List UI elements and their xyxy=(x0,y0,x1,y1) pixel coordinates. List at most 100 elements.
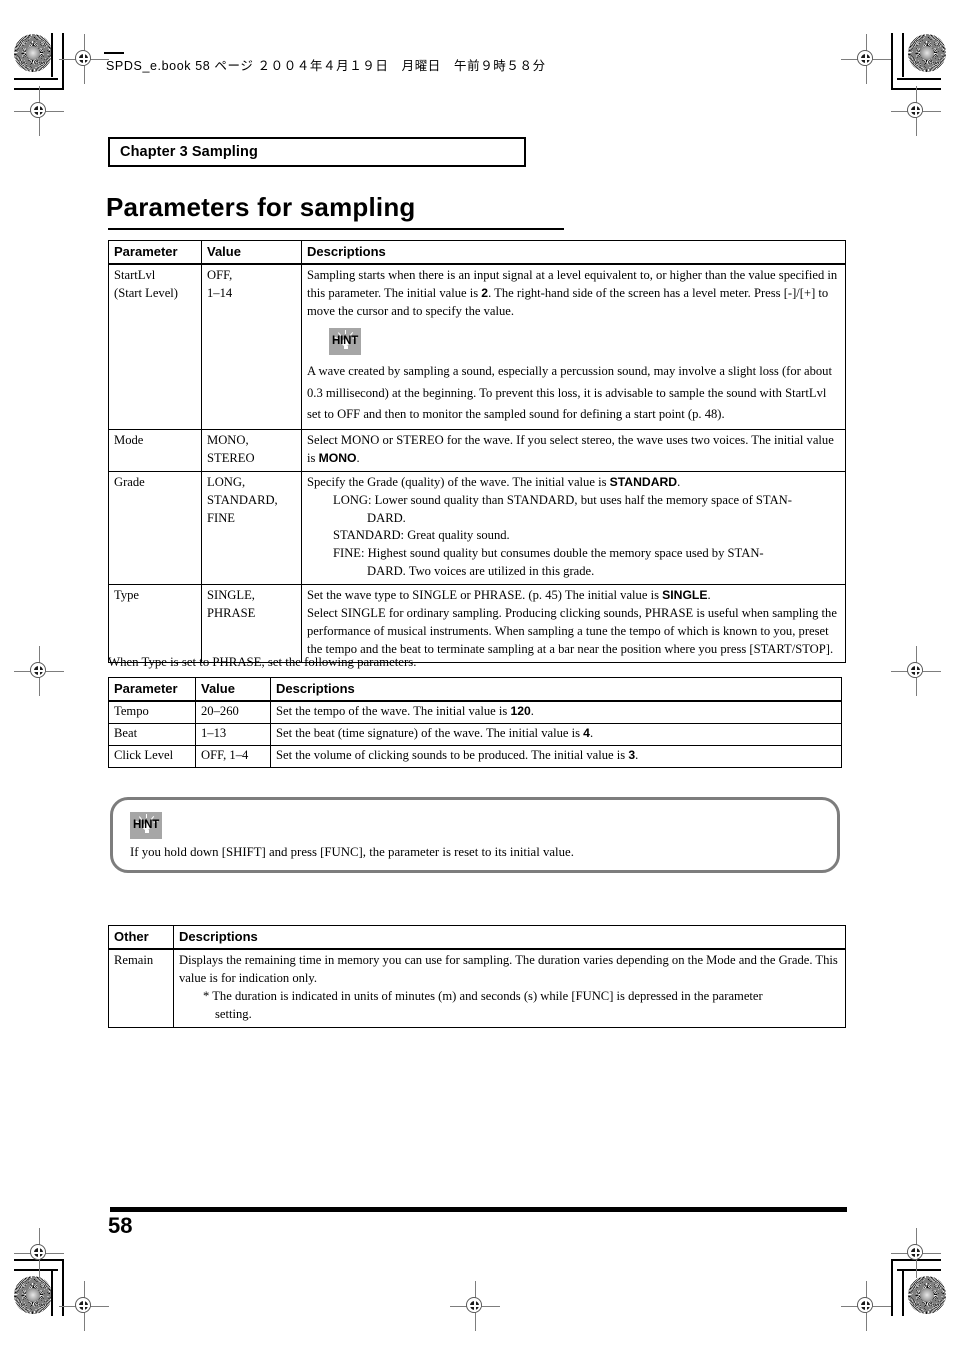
description-paragraph: Select MONO or STEREO for the wave. If y… xyxy=(307,432,840,468)
column-header-descriptions: Descriptions xyxy=(173,925,846,951)
hint-icon: HINT xyxy=(130,812,162,839)
hint-callout-box: HINT If you hold down [SHIFT] and press … xyxy=(110,797,840,873)
value-line: OFF, xyxy=(207,268,233,283)
table-row: Remain Displays the remaining time in me… xyxy=(108,948,846,1028)
sampling-parameters-table: Parameter Value Descriptions StartLvl (S… xyxy=(108,240,846,663)
parameter-name: Grade xyxy=(114,474,145,489)
column-header-descriptions: Descriptions xyxy=(301,240,846,266)
table-row: StartLvl (Start Level) OFF, 1–14 Samplin… xyxy=(108,263,846,431)
chapter-header-label: Chapter 3 Sampling xyxy=(120,144,258,160)
cell-description: Set the beat (time signature) of the wav… xyxy=(270,723,842,747)
crop-mark-bottom-right-v xyxy=(902,1270,904,1316)
crop-mark-bottom-left-v xyxy=(51,1270,53,1316)
footer-rule xyxy=(110,1207,847,1212)
grade-option-fine: FINE: Highest sound quality but consumes… xyxy=(333,546,764,561)
parameter-name: StartLvl xyxy=(114,268,156,283)
hint-icon-ray xyxy=(345,330,347,335)
description-paragraph: Displays the remaining time in memory yo… xyxy=(179,953,838,986)
table-header-row: Parameter Value Descriptions xyxy=(108,240,846,266)
column-header-value: Value xyxy=(201,240,302,266)
description-text-b: . xyxy=(356,450,360,465)
table-row: Tempo 20–260 Set the tempo of the wave. … xyxy=(108,700,842,725)
cell-parameter: Grade xyxy=(108,470,202,586)
grade-option-fine-cont: DARD. Two voices are utilized in this gr… xyxy=(367,564,595,579)
parameter-name-expanded: (Start Level) xyxy=(114,286,178,301)
description-text-b: . xyxy=(635,748,639,763)
crop-mark-top-right-h xyxy=(897,78,941,80)
description-text-a: Set the wave type to SINGLE or PHRASE. (… xyxy=(307,588,663,603)
cell-value: SINGLE, PHRASE xyxy=(201,584,302,663)
page-header-slug: SPDS_e.book 58 ページ ２００４年４月１９日 月曜日 午前９時５８… xyxy=(106,59,546,73)
crop-mark-top-left-h2 xyxy=(14,88,64,90)
cell-value: OFF, 1–4 xyxy=(195,745,271,769)
cell-description: Set the volume of clicking sounds to be … xyxy=(270,745,842,769)
column-header-parameter: Parameter xyxy=(108,677,196,703)
hint-body-text: A wave created by sampling a sound, espe… xyxy=(307,364,832,422)
crop-mark-bottom-left-h2 xyxy=(14,1259,64,1261)
chapter-header-box: Chapter 3 Sampling xyxy=(108,137,526,167)
hint-icon-label: HINT xyxy=(132,819,160,831)
crop-mark-bottom-right-h xyxy=(897,1269,941,1271)
cell-value: 20–260 xyxy=(195,700,271,725)
registration-target-right-lower xyxy=(891,1228,941,1278)
value-line: LONG, xyxy=(207,474,246,489)
cell-description: Specify the Grade (quality) of the wave.… xyxy=(301,470,846,586)
cell-parameter: Click Level xyxy=(108,745,196,769)
initial-value-bold: 4 xyxy=(583,726,590,741)
description-paragraph-secondary: Select SINGLE for ordinary sampling. Pro… xyxy=(307,605,837,656)
registration-moire-top-left xyxy=(14,34,52,72)
table-row: Beat 1–13 Set the beat (time signature) … xyxy=(108,723,842,747)
registration-target-left-lower xyxy=(14,1228,64,1278)
description-note: * The duration is indicated in units of … xyxy=(203,989,763,1004)
table-row: Type SINGLE, PHRASE Set the wave type to… xyxy=(108,584,846,663)
value-line: MONO, xyxy=(207,433,249,448)
crop-mark-top-left-v2 xyxy=(62,33,64,89)
hint-icon-ray xyxy=(146,814,148,818)
table-row: Grade LONG, STANDARD, FINE Specify the G… xyxy=(108,470,846,586)
initial-value-bold: SINGLE xyxy=(662,588,708,603)
cell-description: Set the wave type to SINGLE or PHRASE. (… xyxy=(301,584,846,663)
description-text-a: Select MONO or STEREO for the wave. If y… xyxy=(307,433,834,465)
grade-option-long-cont: DARD. xyxy=(367,510,406,525)
hint-icon: HINT xyxy=(329,328,361,356)
cell-value: OFF, 1–14 xyxy=(201,263,302,431)
value-line: STEREO xyxy=(207,450,255,465)
description-text-b: . xyxy=(707,588,711,603)
parameter-name: Type xyxy=(114,588,139,603)
registration-target-left-middle xyxy=(14,646,64,696)
registration-target-bottom-center-left xyxy=(59,1281,109,1331)
grade-option-long: LONG: Lower sound quality than STANDARD,… xyxy=(333,492,792,507)
page-number: 58 xyxy=(108,1213,133,1238)
registration-target-right-upper xyxy=(891,86,941,136)
column-header-other: Other xyxy=(108,925,174,951)
crop-mark-bottom-left-v2 xyxy=(62,1260,64,1316)
value-line: SINGLE, xyxy=(207,588,255,603)
description-text-a: Specify the Grade (quality) of the wave.… xyxy=(307,474,610,489)
table-header-row: Other Descriptions xyxy=(108,925,846,951)
cell-description: Select MONO or STEREO for the wave. If y… xyxy=(301,429,846,472)
column-header-parameter: Parameter xyxy=(108,240,202,266)
initial-value-bold: 120 xyxy=(510,704,531,719)
registration-target-left-upper xyxy=(14,86,64,136)
crop-mark-top-right-h2 xyxy=(891,88,941,90)
other-table: Other Descriptions Remain Displays the r… xyxy=(108,925,846,1028)
crop-mark-bottom-right-h2 xyxy=(891,1259,941,1261)
phrase-lead-sentence: When Type is set to PHRASE, set the foll… xyxy=(108,655,417,669)
description-text-b: . xyxy=(530,704,534,719)
crop-mark-top-right-v2 xyxy=(891,33,893,89)
value-line: PHRASE xyxy=(207,605,256,620)
hint-icon-wrapper: HINT xyxy=(329,328,840,356)
phrase-parameters-table: Parameter Value Descriptions Tempo 20–26… xyxy=(108,677,842,769)
description-paragraph: Specify the Grade (quality) of the wave.… xyxy=(307,474,840,492)
registration-target-top-center-left xyxy=(59,34,109,84)
cell-other: Remain xyxy=(108,948,174,1028)
cell-description: Set the tempo of the wave. The initial v… xyxy=(270,700,842,725)
description-note-cont: setting. xyxy=(215,1007,252,1022)
cell-parameter: Type xyxy=(108,584,202,663)
page-title: Parameters for sampling xyxy=(106,192,416,222)
registration-target-bottom-center xyxy=(450,1281,500,1331)
table-row: Click Level OFF, 1–4 Set the volume of c… xyxy=(108,745,842,769)
crop-mark-bottom-left-h xyxy=(14,1269,58,1271)
initial-value-bold: STANDARD xyxy=(609,474,678,489)
grade-option-standard: STANDARD: Great quality sound. xyxy=(333,528,510,543)
